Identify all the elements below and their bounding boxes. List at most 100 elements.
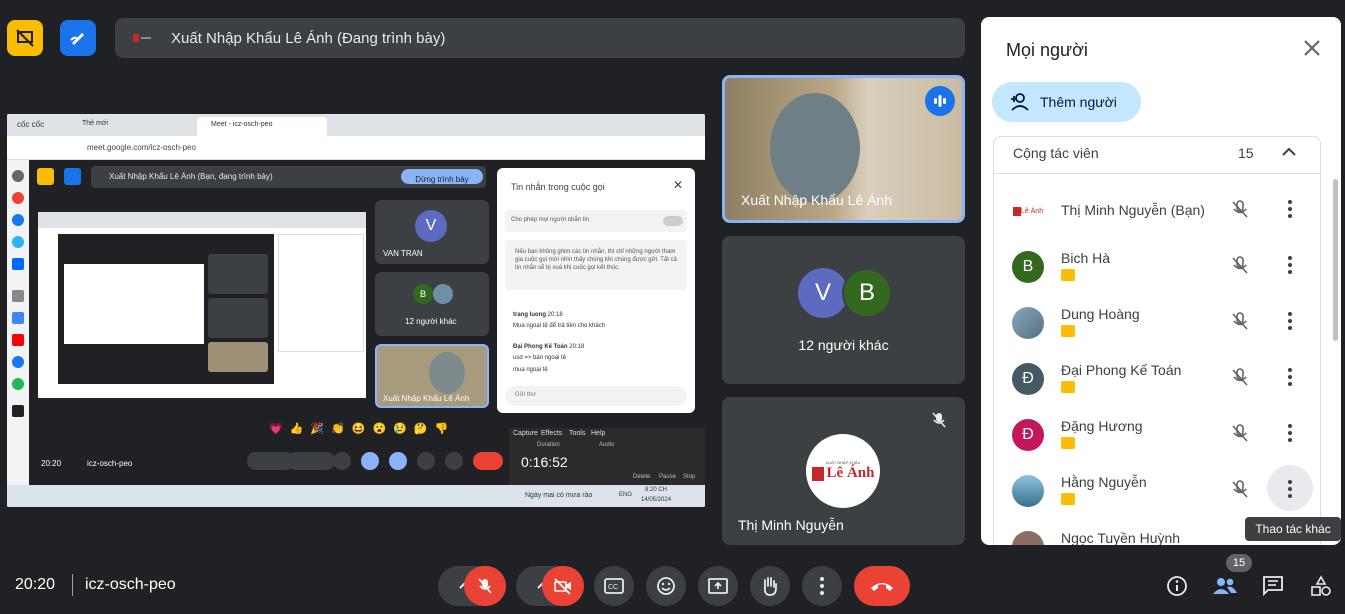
browser-sidebar: [7, 160, 29, 485]
recorder-menu-help[interactable]: Help: [591, 430, 605, 437]
inner-cc-button[interactable]: [333, 452, 351, 470]
inner-cam-button[interactable]: [287, 452, 335, 470]
more-options-icon[interactable]: [1280, 311, 1300, 336]
end-call-button[interactable]: [854, 566, 910, 606]
divider: [72, 574, 73, 596]
presenter-tile[interactable]: Xuất Nhập Khẩu Lê Ánh: [722, 75, 965, 223]
url-field[interactable]: meet.google.com/icz-osch-peo: [87, 143, 196, 152]
others-avatar-b: B: [842, 268, 892, 318]
inner-stop-presenting[interactable]: Dừng trình bày: [415, 175, 468, 184]
recorder-menu-capture[interactable]: Capture: [513, 430, 538, 437]
inner-emoji-button[interactable]: [361, 452, 379, 470]
close-panel-icon[interactable]: [1301, 37, 1323, 64]
inner-hand-button[interactable]: [417, 452, 435, 470]
section-header[interactable]: Cộng tác viên 15: [993, 136, 1321, 174]
present-button[interactable]: [698, 566, 738, 606]
tab-new[interactable]: Thẻ mới: [82, 120, 108, 127]
tooltip: Thao tác khác: [1245, 517, 1341, 541]
person-avatar-photo: [1012, 307, 1044, 339]
inner-chat-notice: Nếu bạn không ghim các tin nhắn, thì chỉ…: [505, 240, 687, 290]
inner-meet: Xuất Nhập Khẩu Lê Ánh (Bạn, đang trình b…: [29, 160, 705, 485]
mic-control[interactable]: [438, 566, 506, 606]
people-panel: Mọi người Thêm người Cộng tác viên 15 Lê…: [981, 17, 1341, 545]
add-people-button[interactable]: Thêm người: [992, 82, 1141, 122]
person-name: Hằng Nguyễn: [1061, 474, 1147, 490]
tab-meet[interactable]: Meet - icz-osch-peo: [197, 117, 327, 136]
person-name: Đặng Hương: [1061, 418, 1143, 434]
more-options-icon[interactable]: [1280, 479, 1300, 504]
presenter-tile-name: Xuất Nhập Khẩu Lê Ánh: [741, 192, 893, 208]
inner-code: icz-osch-peo: [87, 459, 133, 468]
mic-off-icon: [1230, 479, 1250, 504]
tooltip-label: Thao tác khác: [1255, 522, 1331, 536]
person-avatar: Đ: [1012, 363, 1044, 395]
more-options-button[interactable]: [802, 566, 842, 606]
mic-off-icon: [1230, 423, 1250, 448]
inner-time: 20:20: [41, 459, 62, 468]
more-options-icon[interactable]: [1280, 199, 1300, 224]
inner-chat-input[interactable]: Gửi thư: [515, 392, 536, 398]
self-tile[interactable]: XUẤT NHẬP KHẨU Lê Ánh Thị Minh Nguyễn: [722, 397, 965, 545]
add-people-label: Thêm người: [1040, 94, 1117, 110]
mic-off-icon: [1230, 199, 1250, 224]
taskbar-time: 8:20 CH: [645, 487, 668, 493]
info-icon[interactable]: [1166, 575, 1188, 602]
recorder-delete-button[interactable]: Delete: [633, 474, 650, 480]
self-logo: XUẤT NHẬP KHẨU Lê Ánh: [806, 434, 880, 508]
emoji-button[interactable]: [646, 566, 686, 606]
raise-hand-button[interactable]: [750, 566, 790, 606]
inner-more-button[interactable]: [445, 452, 463, 470]
person-row[interactable]: Đ Đặng Hương: [993, 405, 1313, 461]
windows-taskbar: Ngày mai có mưa rào ENG 8:20 CH 14/05/20…: [7, 485, 705, 507]
more-options-icon[interactable]: [1280, 367, 1300, 392]
annotate-button[interactable]: [60, 20, 96, 56]
people-icon[interactable]: [1212, 576, 1238, 601]
mic-off-icon: [1230, 367, 1250, 392]
recorder-menu-tools[interactable]: Tools: [569, 430, 585, 437]
inner-chat-toggle[interactable]: [663, 216, 683, 226]
inner-reactions-row[interactable]: 💗👍🎉👏😆😮😢🤔👎: [269, 422, 455, 435]
taskbar-weather: Ngày mai có mưa rào: [525, 492, 593, 499]
clock: 20:20: [15, 576, 56, 593]
chevron-up-icon[interactable]: [1281, 144, 1297, 165]
more-options-icon[interactable]: [1280, 423, 1300, 448]
camera-control[interactable]: [516, 566, 584, 606]
others-label: 12 người khác: [798, 337, 889, 353]
people-count-badge: 15: [1226, 554, 1252, 572]
person-name: Bich Hà: [1061, 250, 1111, 266]
mic-toggle-button[interactable]: [464, 566, 506, 606]
mic-off-icon: [1230, 255, 1250, 280]
inner-chat-title: Tin nhắn trong cuộc gọi: [511, 182, 605, 192]
presentation-badge-icon: [1061, 325, 1075, 337]
more-options-icon[interactable]: [1280, 255, 1300, 280]
person-row[interactable]: B Bich Hà: [993, 237, 1313, 293]
raise-hand-icon: [763, 577, 777, 596]
inner-chat-toggle-label: Cho phép mọi người nhắn tin: [511, 217, 589, 223]
chat-icon[interactable]: [1262, 575, 1284, 602]
inner-end-call-button[interactable]: [473, 452, 503, 470]
captions-button[interactable]: CC: [594, 566, 634, 606]
person-row[interactable]: Đ Đại Phong Kế Toán: [993, 349, 1313, 405]
mic-off-icon: [1230, 311, 1250, 336]
panel-scrollbar[interactable]: [1333, 179, 1338, 341]
activities-icon[interactable]: [1310, 575, 1332, 602]
person-row[interactable]: Lê Ánh Thị Minh Nguyễn (Bạn): [993, 181, 1313, 237]
more-vert-icon: [820, 577, 824, 595]
person-row[interactable]: Dung Hoàng: [993, 293, 1313, 349]
recorder-menu-effects[interactable]: Effects: [541, 430, 562, 437]
recorder-stop-button[interactable]: Stop: [683, 474, 695, 480]
inner-present-button[interactable]: [389, 452, 407, 470]
inner-chat-close-icon[interactable]: ✕: [673, 178, 683, 192]
recorder-pause-button[interactable]: Pause: [659, 474, 676, 480]
camera-toggle-button[interactable]: [542, 566, 584, 606]
presentation-title: Xuất Nhập Khẩu Lê Ánh (Đang trình bày): [171, 29, 446, 47]
presentation-off-icon: [16, 29, 34, 47]
presentation-badge-icon: [1061, 493, 1075, 505]
browser-brand: cốc cốc: [17, 120, 45, 129]
shared-screen: cốc cốc Thẻ mới Meet - icz-osch-peo meet…: [7, 114, 705, 507]
others-tile[interactable]: V B 12 người khác: [722, 236, 965, 384]
person-logo-text: Lê Ánh: [1020, 207, 1044, 215]
section-count: 15: [1238, 145, 1254, 161]
presentation-off-button[interactable]: [7, 20, 43, 56]
person-row[interactable]: Hằng Nguyễn: [993, 461, 1313, 517]
